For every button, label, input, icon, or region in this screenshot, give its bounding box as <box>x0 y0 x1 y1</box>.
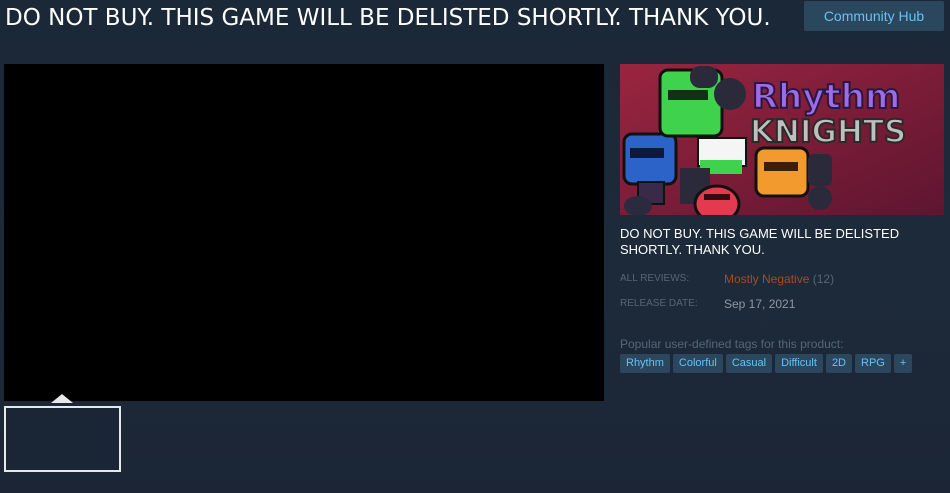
tag-difficult[interactable]: Difficult <box>775 354 823 373</box>
tag-list: Rhythm Colorful Casual Difficult 2D RPG … <box>620 354 913 373</box>
game-logo: Rhythm KNIGHTS <box>749 76 907 151</box>
review-count: (12) <box>812 272 835 286</box>
release-date-label: RELEASE DATE: <box>620 298 698 309</box>
all-reviews-label: ALL REVIEWS: <box>620 273 690 284</box>
thumbnail-strip <box>4 394 604 481</box>
red-knight <box>693 184 741 215</box>
tag-colorful[interactable]: Colorful <box>672 354 723 373</box>
review-summary-text[interactable]: Mostly Negative <box>724 272 809 286</box>
logo-word-rhythm: Rhythm <box>752 77 900 117</box>
media-thumbnail[interactable] <box>4 406 121 472</box>
tag-casual[interactable]: Casual <box>725 354 773 373</box>
header-capsule-image: Rhythm KNIGHTS <box>620 64 944 215</box>
tag-rhythm[interactable]: Rhythm <box>620 354 670 373</box>
logo-word-knights: KNIGHTS <box>750 114 906 150</box>
release-date: Sep 17, 2021 <box>724 297 796 311</box>
review-summary: Mostly Negative (12) <box>724 272 834 286</box>
community-hub-button[interactable]: Community Hub <box>804 1 944 31</box>
tags-label: Popular user-defined tags for this produ… <box>620 337 844 351</box>
page-title: DO NOT BUY. THIS GAME WILL BE DELISTED S… <box>5 5 771 31</box>
capsule-art: Rhythm KNIGHTS <box>620 64 944 215</box>
tag-rpg[interactable]: RPG <box>855 354 891 373</box>
selected-thumb-arrow <box>51 394 73 403</box>
game-description: DO NOT BUY. THIS GAME WILL BE DELISTED S… <box>620 226 900 257</box>
add-tag-button[interactable]: + <box>893 354 913 373</box>
tag-2d[interactable]: 2D <box>825 354 852 373</box>
media-player[interactable] <box>4 64 604 401</box>
